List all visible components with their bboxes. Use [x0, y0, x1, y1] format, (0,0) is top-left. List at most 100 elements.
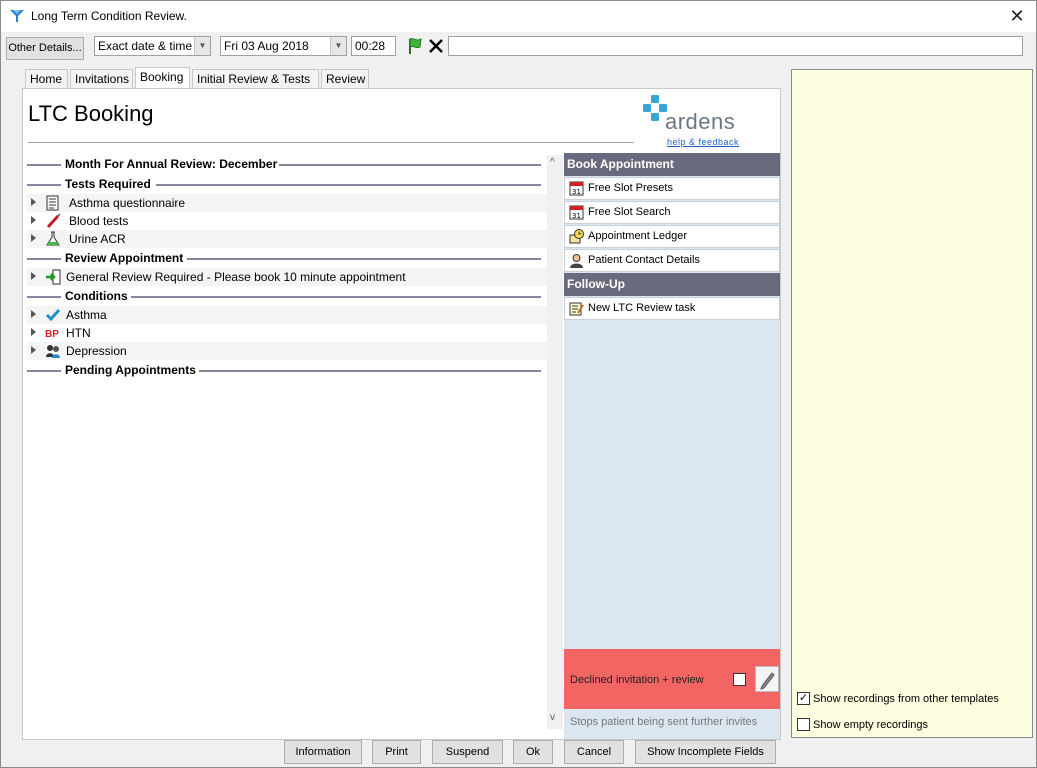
- svg-text:31: 31: [572, 212, 581, 220]
- date-picker[interactable]: Fri 03 Aug 2018 ▼: [220, 36, 347, 56]
- exit-door-icon: [46, 269, 61, 285]
- new-ltc-review-task-button[interactable]: New LTC Review task: [564, 297, 780, 320]
- section-pending-appointments: Pending Appointments: [25, 362, 545, 378]
- pen-icon: [760, 672, 775, 690]
- chevron-down-icon[interactable]: ▼: [194, 37, 210, 55]
- green-flag-icon[interactable]: [406, 37, 424, 55]
- contact-icon: [570, 254, 583, 268]
- time-field[interactable]: 00:28: [351, 36, 396, 56]
- test-label: Asthma questionnaire: [69, 196, 186, 210]
- flask-icon: [46, 231, 60, 246]
- review-item-label: General Review Required - Please book 10…: [66, 270, 406, 284]
- list-item[interactable]: Depression: [27, 342, 547, 360]
- task-icon: [569, 302, 584, 316]
- title-divider: [28, 142, 634, 143]
- print-button[interactable]: Print: [372, 740, 421, 764]
- show-other-templates-label: Show recordings from other templates: [813, 693, 999, 705]
- section-annual-review: Month For Annual Review: December: [25, 156, 545, 172]
- information-button[interactable]: Information: [284, 740, 362, 764]
- free-text-field[interactable]: [448, 36, 1023, 56]
- show-incomplete-fields-button[interactable]: Show Incomplete Fields: [635, 740, 776, 764]
- calendar-icon: 31: [569, 205, 584, 220]
- time-value: 00:28: [355, 39, 386, 53]
- condition-label: HTN: [66, 326, 91, 340]
- declined-note: Stops patient being sent further invites: [570, 716, 758, 728]
- ok-button[interactable]: Ok: [513, 740, 553, 764]
- date-mode-select[interactable]: Exact date & time ▼: [94, 36, 211, 56]
- declined-invitation-label: Declined invitation + review: [570, 674, 704, 686]
- list-item[interactable]: BP HTN: [27, 324, 547, 342]
- ardens-logo: ardens help & feedback: [641, 95, 751, 150]
- expand-arrow-icon[interactable]: [31, 310, 36, 318]
- list-item[interactable]: Blood tests: [27, 212, 547, 230]
- show-other-templates-checkbox[interactable]: ✓: [797, 692, 810, 705]
- list-item[interactable]: General Review Required - Please book 10…: [27, 268, 547, 286]
- expand-arrow-icon[interactable]: [31, 234, 36, 242]
- follow-up-header: Follow-Up: [564, 273, 780, 296]
- page-title: LTC Booking: [28, 101, 154, 126]
- ltc-review-window: Long Term Condition Review. ✕ Other Deta…: [0, 0, 1037, 768]
- syringe-icon: [46, 213, 61, 229]
- declined-invitation-checkbox[interactable]: [733, 673, 746, 686]
- free-slot-presets-button[interactable]: 31 Free Slot Presets: [564, 177, 780, 200]
- free-slot-search-label: Free Slot Search: [588, 206, 671, 218]
- window-title: Long Term Condition Review.: [31, 9, 187, 23]
- section-conditions: Conditions: [25, 288, 545, 304]
- tab-initial-review-tests[interactable]: Initial Review & Tests: [192, 69, 319, 89]
- patient-contact-details-button[interactable]: Patient Contact Details: [564, 249, 780, 272]
- list-item[interactable]: Asthma: [27, 306, 547, 324]
- section-tests-required-label: Tests Required: [65, 177, 151, 191]
- close-icon[interactable]: ✕: [1006, 5, 1028, 27]
- people-icon: [46, 345, 60, 358]
- patient-contact-details-label: Patient Contact Details: [588, 254, 700, 266]
- section-review-appointment: Review Appointment: [25, 250, 545, 266]
- other-details-button[interactable]: Other Details...: [6, 37, 84, 60]
- show-empty-recordings-checkbox[interactable]: [797, 718, 810, 731]
- expand-arrow-icon[interactable]: [31, 198, 36, 206]
- tab-booking[interactable]: Booking: [135, 67, 190, 89]
- date-mode-value: Exact date & time: [98, 39, 193, 53]
- tab-home[interactable]: Home: [25, 69, 68, 89]
- expand-arrow-icon[interactable]: [31, 216, 36, 224]
- chevron-down-icon[interactable]: ▼: [330, 37, 346, 55]
- section-conditions-label: Conditions: [65, 289, 128, 303]
- list-item[interactable]: Urine ACR: [27, 230, 547, 248]
- declined-invitation-box: Declined invitation + review: [564, 649, 780, 709]
- condition-label: Asthma: [66, 308, 107, 322]
- scroll-down-icon[interactable]: v: [550, 712, 555, 723]
- suspend-button[interactable]: Suspend: [432, 740, 503, 764]
- list-item[interactable]: Asthma questionnaire: [27, 194, 547, 212]
- section-pending-appointments-label: Pending Appointments: [65, 363, 196, 377]
- list-scrollbar[interactable]: ^ v: [547, 155, 563, 729]
- appointment-ledger-button[interactable]: Appointment Ledger: [564, 225, 780, 248]
- app-logo-icon: [10, 10, 24, 22]
- section-annual-review-label: Month For Annual Review: December: [65, 157, 278, 171]
- section-tests-required: Tests Required: [25, 176, 545, 192]
- tab-invitations[interactable]: Invitations: [70, 69, 133, 89]
- x-icon[interactable]: [428, 38, 444, 54]
- svg-text:31: 31: [572, 188, 581, 196]
- free-slot-search-button[interactable]: 31 Free Slot Search: [564, 201, 780, 224]
- recordings-panel: ✓ Show recordings from other templates S…: [791, 69, 1033, 738]
- edit-pen-button[interactable]: [755, 666, 779, 692]
- help-feedback-link[interactable]: help & feedback: [667, 137, 739, 147]
- calendar-icon: 31: [569, 181, 584, 196]
- booking-panel: LTC Booking ardens help & feedback Month…: [22, 88, 781, 740]
- booking-list: Month For Annual Review: December Tests …: [25, 155, 547, 727]
- expand-arrow-icon[interactable]: [31, 328, 36, 336]
- questionnaire-icon: [46, 195, 59, 211]
- expand-arrow-icon[interactable]: [31, 272, 36, 280]
- cancel-button[interactable]: Cancel: [564, 740, 624, 764]
- tab-review[interactable]: Review: [321, 69, 369, 89]
- section-review-appointment-label: Review Appointment: [65, 251, 184, 265]
- book-appointment-header: Book Appointment: [564, 153, 780, 176]
- show-empty-recordings-label: Show empty recordings: [813, 719, 928, 731]
- scroll-up-icon[interactable]: ^: [550, 157, 555, 168]
- ardens-cross-icon: [643, 95, 667, 121]
- expand-arrow-icon[interactable]: [31, 346, 36, 354]
- test-label: Blood tests: [69, 214, 129, 228]
- appointment-ledger-label: Appointment Ledger: [588, 230, 688, 242]
- title-bar: Long Term Condition Review. ✕: [1, 1, 1036, 32]
- new-ltc-review-task-label: New LTC Review task: [588, 302, 696, 314]
- clock-ledger-icon: [569, 229, 584, 244]
